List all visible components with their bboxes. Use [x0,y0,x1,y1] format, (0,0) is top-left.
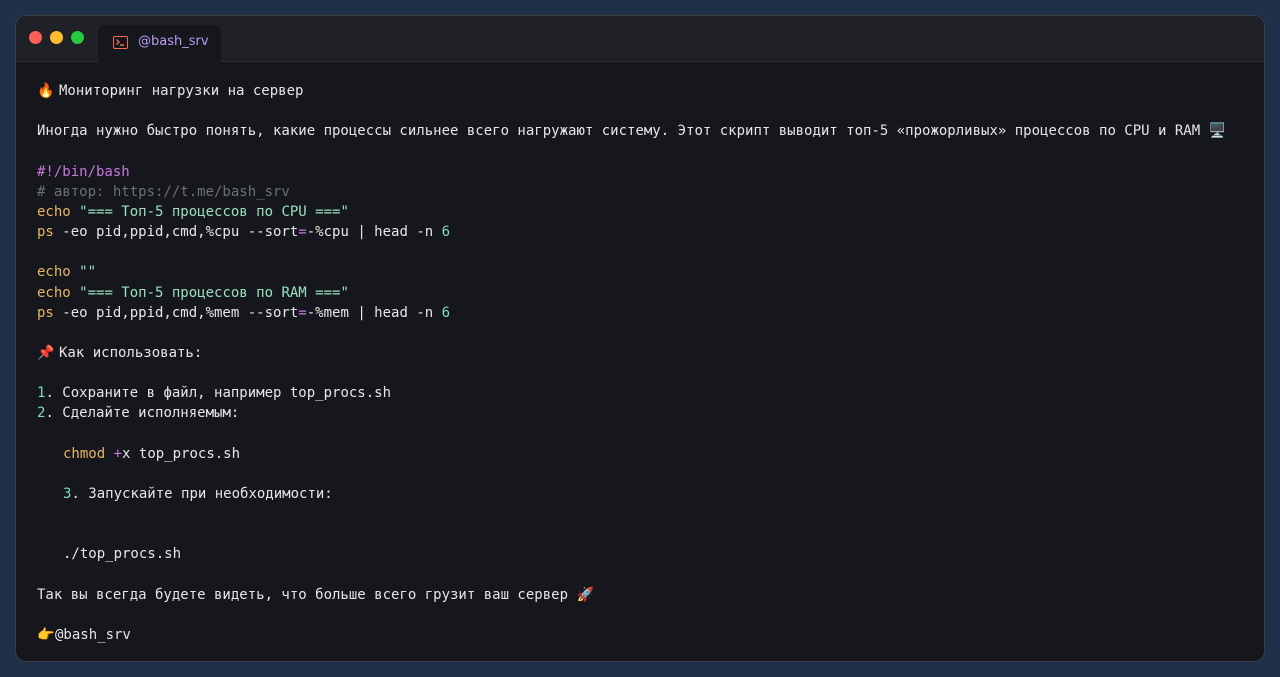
code-ps-ram: ps -eo pid,ppid,cmd,%mem --sort=-%mem | … [37,305,451,321]
howto-title: Как использовать: [59,345,203,361]
signature-link[interactable]: @bash_srv [55,627,131,643]
code-echo-ram: echo "=== Топ-5 процессов по RAM ===" [37,285,349,301]
code-shebang: #!/bin/bash [37,164,130,180]
intro-line: Иногда нужно быстро понять, какие процес… [37,121,1254,141]
code-run: ./top_procs.sh [63,546,182,562]
terminal-icon [113,36,128,49]
desktop-computer-icon: 🖥️ [1208,123,1227,139]
signature-line: 👉@bash_srv [37,625,1254,645]
code-echo-cpu: echo "=== Топ-5 процессов по CPU ===" [37,204,349,220]
minimize-window-button[interactable] [50,31,63,44]
pointing-right-icon: 👉 [37,627,55,643]
post-title-line: 🔥 Мониторинг нагрузки на сервер [37,81,1254,101]
code-chmod: chmod +x top_procs.sh [63,446,241,462]
outro-text: Так вы всегда будете видеть, что больше … [37,587,569,603]
step-1: 1. Сохраните в файл, например top_procs.… [37,385,392,401]
terminal-content[interactable]: 🔥 Мониторинг нагрузки на сервер Иногда ну… [37,79,1254,661]
rocket-icon: 🚀 [576,587,594,603]
post-title: Мониторинг нагрузки на сервер [59,83,304,99]
maximize-window-button[interactable] [71,31,84,44]
code-comment: # автор: https://t.me/bash_srv [37,184,290,200]
pushpin-icon: 📌 [37,345,55,361]
step-2: 2. Сделайте исполняемым: [37,405,240,421]
tab-bash-srv[interactable]: @bash_srv [98,25,221,62]
fire-icon: 🔥 [37,83,55,99]
close-window-button[interactable] [29,31,42,44]
tab-title: @bash_srv [138,34,209,49]
intro-text: Иногда нужно быстро понять, какие процес… [37,123,1201,139]
terminal-window: @bash_srv 🔥 Мониторинг нагрузки на сервер… [15,15,1265,662]
code-echo-empty: echo "" [37,264,97,280]
step-3: 3. Запускайте при необходимости: [63,486,333,502]
outro-line: Так вы всегда будете видеть, что больше … [37,585,1254,605]
howto-title-line: 📌 Как использовать: [37,343,1254,363]
code-ps-cpu: ps -eo pid,ppid,cmd,%cpu --sort=-%cpu | … [37,224,451,240]
title-bar: @bash_srv [16,16,1264,62]
